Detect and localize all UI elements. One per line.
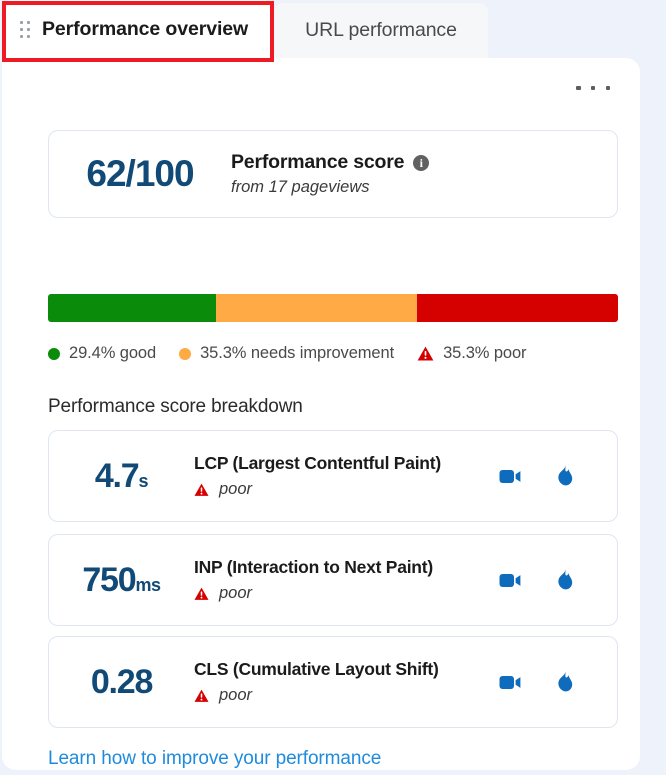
flame-icon[interactable] [551,567,577,593]
performance-overview-panel: 62/100 Performance score i from 17 pagev… [2,58,640,770]
tab-performance-overview[interactable]: Performance overview [2,0,272,58]
metric-rating-inp: poor [219,584,253,602]
warning-triangle-icon [194,689,209,702]
metric-number-cls: 0.28 [90,662,154,701]
learn-how-to-improve-link[interactable]: Learn how to improve your performance [48,748,381,770]
performance-score-text: Performance score i from 17 pageviews [231,151,617,197]
performance-score-title: Performance score [231,151,405,173]
metric-actions-lcp [498,463,617,489]
metric-unit-inp: ms [135,574,161,595]
metric-text-lcp: LCP (Largest Contentful Paint) poor [194,453,498,499]
flame-icon[interactable] [551,669,577,695]
performance-score-value: 62/100 [86,153,194,194]
tab-performance-overview-label: Performance overview [42,17,249,40]
tab-url-performance[interactable]: URL performance [274,3,488,58]
overflow-menu-button[interactable] [574,76,612,100]
metric-actions-cls [498,669,617,695]
metric-unit-lcp: s [138,470,149,491]
flame-icon[interactable] [551,463,577,489]
warning-triangle-icon [194,483,209,496]
drag-handle-icon[interactable] [18,18,32,40]
metric-text-cls: CLS (Cumulative Layout Shift) poor [194,659,498,705]
legend-label-needs-improvement: 35.3% needs improvement [200,344,395,362]
video-icon[interactable] [498,463,524,489]
metric-name-inp: INP (Interaction to Next Paint) [194,557,433,577]
performance-score-card: 62/100 Performance score i from 17 pagev… [48,130,618,218]
legend-item-poor: 35.3% poor [417,344,527,363]
tab-strip: Performance overview URL performance [0,0,666,60]
metric-text-inp: INP (Interaction to Next Paint) poor [194,557,498,603]
score-distribution-bar [48,294,618,322]
metric-value-lcp: 4.7s [49,457,194,496]
metric-name-lcp: LCP (Largest Contentful Paint) [194,453,441,473]
metric-name-cls: CLS (Cumulative Layout Shift) [194,659,439,679]
circle-green-icon [48,347,60,360]
metric-rating-cls: poor [219,686,253,704]
legend-label-poor: 35.3% poor [443,344,527,362]
metric-rating-row-cls: poor [194,686,498,705]
metric-rating-row-inp: poor [194,584,498,603]
warning-triangle-icon [194,587,209,600]
performance-score-subtitle: from 17 pageviews [231,178,370,196]
metric-value-inp: 750ms [49,561,194,600]
legend-label-good: 29.4% good [69,344,157,362]
distribution-segment-needs-improvement [215,294,417,322]
info-icon[interactable]: i [413,154,430,171]
metric-number-inp: 750 [82,560,136,599]
metric-actions-inp [498,567,617,593]
distribution-segment-poor [416,294,618,322]
metric-value-cls: 0.28 [49,663,194,702]
performance-score-title-row: Performance score i [231,151,617,174]
video-icon[interactable] [498,669,524,695]
metric-card-cls: 0.28 CLS (Cumulative Layout Shift) poor [48,636,618,728]
metric-card-inp: 750ms INP (Interaction to Next Paint) po… [48,534,618,626]
metric-rating-lcp: poor [219,480,253,498]
metric-number-lcp: 4.7 [94,456,140,495]
circle-orange-icon [179,347,192,360]
legend-item-good: 29.4% good [48,344,156,363]
distribution-segment-good [48,294,216,322]
legend-item-needs-improvement: 35.3% needs improvement [179,344,394,363]
warning-triangle-icon [417,346,434,361]
breakdown-heading: Performance score breakdown [48,396,303,417]
tab-url-performance-label: URL performance [305,19,457,41]
metric-rating-row-lcp: poor [194,480,498,499]
metric-card-lcp: 4.7s LCP (Largest Contentful Paint) poor [48,430,618,522]
distribution-legend: 29.4% good 35.3% needs improvement 35.3%… [48,344,618,363]
video-icon[interactable] [498,567,524,593]
